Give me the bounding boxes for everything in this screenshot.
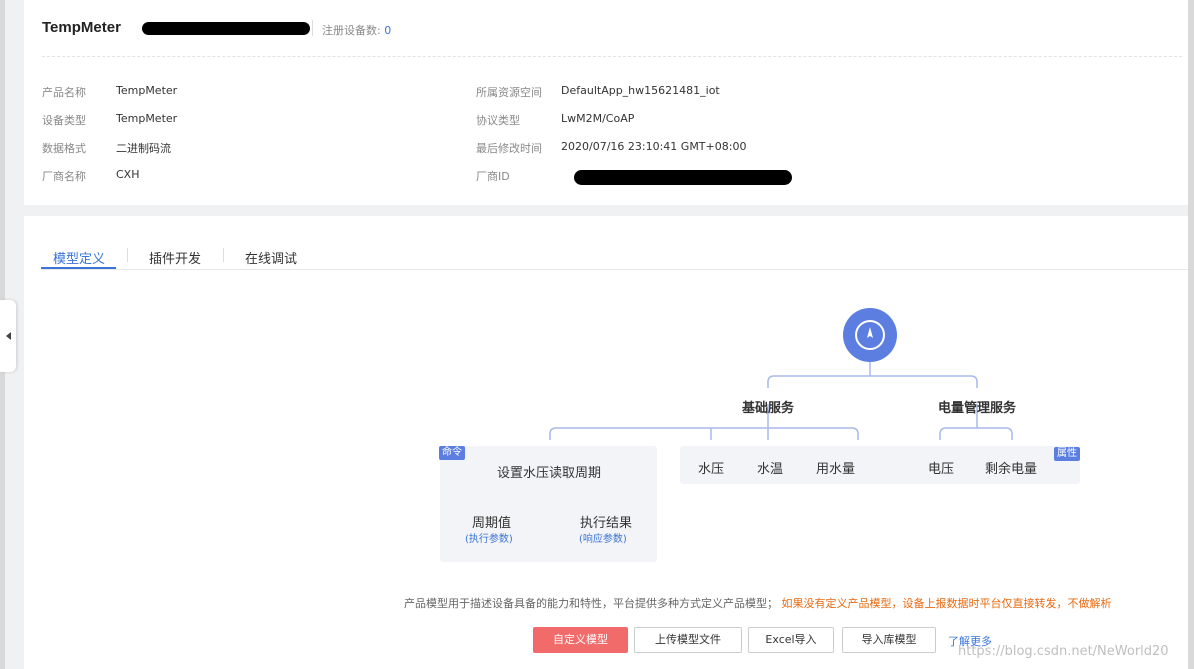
vendor-id-label: 厂商ID	[476, 170, 510, 183]
vendor-id-redacted	[574, 170, 792, 185]
command-set-pressure-period[interactable]: 设置水压读取周期	[497, 462, 601, 481]
property-water-usage[interactable]: 用水量	[816, 458, 855, 477]
property-voltage[interactable]: 电压	[928, 458, 954, 477]
tab-model-definition[interactable]: 模型定义	[53, 248, 105, 267]
command-tag: 命令	[439, 446, 465, 460]
title-divider	[312, 20, 313, 36]
compass-needle	[867, 327, 873, 338]
collapse-arrow-icon	[6, 332, 11, 340]
protocol-value: LwM2M/CoAP	[561, 112, 635, 125]
tab-baseline	[41, 269, 1188, 270]
vendor-name-value: CXH	[116, 168, 140, 181]
tab-plugin-development[interactable]: 插件开发	[149, 248, 201, 267]
param-exec-result: 执行结果	[580, 516, 633, 531]
product-info-card: TempMeter 注册设备数: 0 产品名称 TempMeter 设备类型 T…	[24, 0, 1188, 205]
property-remaining-power[interactable]: 剩余电量	[985, 458, 1037, 477]
tab-divider	[127, 248, 128, 262]
device-type-label: 设备类型	[42, 114, 86, 127]
param-exec-result-type: (响应参数)	[579, 534, 627, 545]
modified-time-label: 最后修改时间	[476, 142, 542, 155]
tab-divider	[223, 248, 224, 262]
redaction-mark	[142, 22, 310, 35]
device-type-value: TempMeter	[116, 112, 178, 125]
description-text: 产品模型用于描述设备具备的能力和特性，平台提供多种方式定义产品模型；	[404, 597, 778, 610]
description-warning: 如果没有定义产品模型，设备上报数据时平台仅直接转发，不做解析	[781, 597, 1112, 610]
data-format-label: 数据格式	[42, 142, 86, 155]
resource-space-label: 所属资源空间	[476, 86, 542, 99]
param-period-value-type: (执行参数)	[465, 534, 513, 545]
compass-icon	[855, 320, 885, 350]
registered-devices-label: 注册设备数:	[322, 24, 381, 37]
active-tab-indicator	[41, 267, 116, 269]
tab-online-debug[interactable]: 在线调试	[245, 248, 297, 267]
vendor-name-label: 厂商名称	[42, 170, 86, 183]
model-description: 产品模型用于描述设备具备的能力和特性，平台提供多种方式定义产品模型； 如果没有定…	[404, 595, 1112, 611]
upload-model-file-button[interactable]: 上传模型文件	[634, 627, 742, 653]
service-power-management[interactable]: 电量管理服务	[938, 397, 1016, 416]
import-library-model-button[interactable]: 导入库模型	[842, 627, 936, 653]
sidebar-collapse-toggle[interactable]	[0, 300, 16, 372]
right-edge	[1188, 0, 1194, 669]
param-period-value: 周期值	[472, 516, 512, 531]
excel-import-button[interactable]: Excel导入	[748, 627, 834, 653]
product-name-value: TempMeter	[116, 84, 178, 97]
protocol-label: 协议类型	[476, 114, 520, 127]
watermark: https://blog.csdn.net/NeWorld20	[958, 644, 1169, 659]
property-water-pressure[interactable]: 水压	[698, 458, 724, 477]
product-model-root-node[interactable]	[843, 308, 897, 362]
data-format-value: 二进制码流	[116, 142, 171, 155]
property-tag: 属性	[1054, 447, 1080, 461]
registered-devices: 注册设备数: 0	[322, 22, 391, 38]
model-card: 模型定义 插件开发 在线调试 基础服务 电量管理服务 命令 设置水压读取周期 周…	[24, 216, 1188, 669]
header-divider	[42, 56, 1182, 57]
product-title: TempMeter	[42, 19, 121, 36]
property-water-temperature[interactable]: 水温	[757, 458, 783, 477]
resource-space-value: DefaultApp_hw15621481_iot	[561, 84, 720, 97]
registered-devices-count: 0	[384, 24, 392, 37]
custom-model-button[interactable]: 自定义模型	[533, 627, 628, 653]
modified-time-value: 2020/07/16 23:10:41 GMT+08:00	[561, 140, 747, 153]
service-basic[interactable]: 基础服务	[742, 397, 794, 416]
product-name-label: 产品名称	[42, 86, 86, 99]
